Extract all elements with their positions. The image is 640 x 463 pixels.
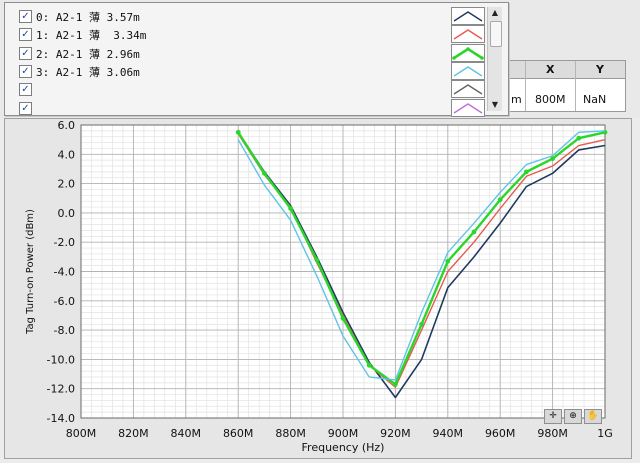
y-tick-label: -6.0: [54, 295, 75, 308]
y-axis-label: Tag Turn-on Power (dBm): [25, 209, 36, 335]
series-2-point[interactable]: [524, 169, 529, 175]
x-tick-label: 820M: [118, 427, 149, 440]
y-tick-label: -12.0: [47, 383, 75, 396]
x-tick-label: 800M: [66, 427, 97, 440]
series-2-point[interactable]: [262, 170, 267, 176]
x-tick-label: 940M: [433, 427, 464, 440]
y-tick-label: 0.0: [58, 207, 76, 220]
x-tick-label: 860M: [223, 427, 254, 440]
x-tick-label: 980M: [537, 427, 568, 440]
y-tick-label: -2.0: [54, 236, 75, 249]
x-tick-label: 960M: [485, 427, 516, 440]
y-tick-label: -4.0: [54, 266, 75, 279]
crosshair-icon[interactable]: ✛: [544, 409, 562, 424]
series-2-point[interactable]: [419, 321, 424, 327]
x-axis-label: Frequency (Hz): [302, 441, 385, 454]
series-2-point[interactable]: [497, 197, 503, 203]
x-tick-label: 900M: [328, 427, 359, 440]
x-tick-label: 920M: [380, 427, 411, 440]
series-2-point[interactable]: [445, 258, 451, 264]
y-tick-label: -10.0: [47, 353, 75, 366]
series-2-point[interactable]: [576, 135, 582, 141]
y-tick-label: 4.0: [58, 148, 76, 161]
series-2-point[interactable]: [340, 315, 346, 321]
series-2-point[interactable]: [288, 206, 293, 211]
series-2-point[interactable]: [366, 362, 372, 368]
series-2-point[interactable]: [471, 229, 477, 235]
zoom-icon[interactable]: ⊕: [564, 409, 582, 424]
graph-palette: ✛ ⊕ ✋: [544, 409, 602, 424]
y-tick-label: -14.0: [47, 412, 75, 425]
x-tick-label: 840M: [171, 427, 202, 440]
y-tick-label: -8.0: [54, 324, 75, 337]
x-tick-label: 1G: [597, 427, 613, 440]
frequency-power-chart[interactable]: 800M 820M 840M 860M 880M 900M 920M 940M 960M 980M…: [0, 0, 640, 463]
x-tick-label: 880M: [275, 427, 306, 440]
series-2-point[interactable]: [235, 129, 241, 135]
pan-hand-icon[interactable]: ✋: [584, 409, 602, 424]
series-2-point[interactable]: [393, 381, 398, 387]
y-tick-label: 6.0: [58, 119, 76, 132]
y-tick-label: 2.0: [58, 178, 76, 191]
series-2-point[interactable]: [314, 257, 320, 263]
